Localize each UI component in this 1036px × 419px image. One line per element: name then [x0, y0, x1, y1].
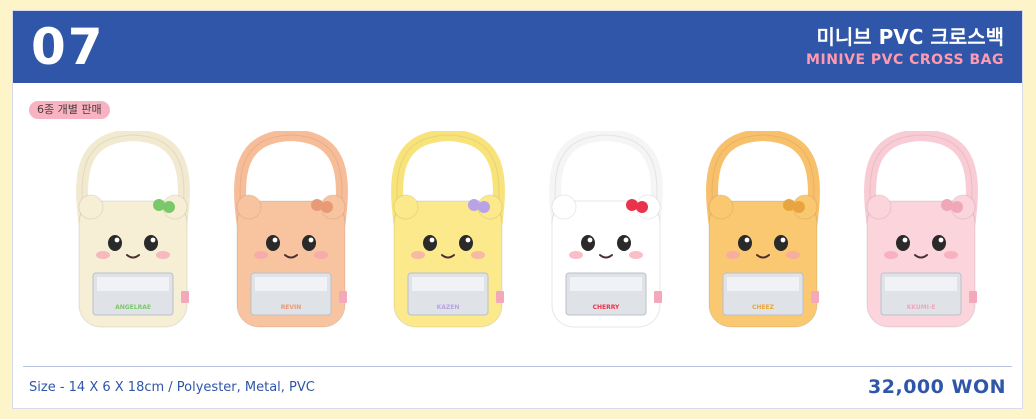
bag-eye-right [617, 235, 631, 251]
bag-ear-left [708, 194, 734, 220]
bag-eye-right [459, 235, 473, 251]
bag-eye-left [581, 235, 595, 251]
bag-name-label: REVIN [281, 304, 302, 311]
bag-ear-left [78, 194, 104, 220]
bag-accessory [793, 201, 805, 213]
bag-eye-shine [587, 237, 593, 243]
bag-accessory [478, 201, 490, 213]
bag-accessory [163, 201, 175, 213]
bag-eye-right [774, 235, 788, 251]
bag-cheek-left [96, 251, 110, 259]
product-title-korean: 미니브 PVC 크로스백 [816, 25, 1004, 49]
bag-side-tag [181, 291, 189, 303]
bag-eye-left [108, 235, 122, 251]
bag-eye-shine [902, 237, 908, 243]
bag-eye-right [932, 235, 946, 251]
bag-eye-shine [272, 237, 278, 243]
bag-pvc-shine [570, 277, 642, 291]
bag-eye-right [302, 235, 316, 251]
product-spec: Size - 14 X 6 X 18cm / Polyester, Metal,… [29, 380, 315, 395]
bag-name-label: KKUMI-E [907, 304, 936, 311]
bag-side-tag [811, 291, 819, 303]
bag-accessory [783, 199, 795, 211]
bag-cheek-right [471, 251, 485, 259]
bag-eye-shine [744, 237, 750, 243]
bag-accessory [311, 199, 323, 211]
bag-item: REVIN [221, 131, 361, 331]
sale-badge: 6종 개별 판매 [29, 101, 110, 119]
bag-accessory [626, 199, 638, 211]
bag-accessory [468, 199, 480, 211]
bag-illustration: KAZEN [391, 131, 505, 328]
bag-side-tag [496, 291, 504, 303]
bag-eye-left [423, 235, 437, 251]
bag-eye-left [738, 235, 752, 251]
bag-pvc-shine [727, 277, 799, 291]
bag-cheek-left [726, 251, 740, 259]
bag-name-label: CHERRY [593, 304, 620, 311]
bag-ear-left [393, 194, 419, 220]
bag-pvc-shine [97, 277, 169, 291]
bag-cheek-right [314, 251, 328, 259]
bag-accessory [153, 199, 165, 211]
divider [23, 366, 1012, 367]
bag-accessory [951, 201, 963, 213]
bag-item: ANGELRAE [63, 131, 203, 331]
bag-item: KKUMI-E [851, 131, 991, 331]
bag-name-label: CHEEZ [752, 304, 775, 311]
bag-eye-shine [114, 237, 120, 243]
bag-eye-shine [429, 237, 435, 243]
bag-eye-shine [623, 237, 629, 243]
product-header: 07 미니브 PVC 크로스백 MINIVE PVC CROSS BAG [13, 11, 1022, 83]
bag-pvc-shine [885, 277, 957, 291]
bag-ear-left [236, 194, 262, 220]
bag-accessory [321, 201, 333, 213]
bag-cheek-left [569, 251, 583, 259]
bag-cheek-right [156, 251, 170, 259]
bag-eye-right [144, 235, 158, 251]
bag-side-tag [339, 291, 347, 303]
bag-cheek-right [629, 251, 643, 259]
bag-ear-left [866, 194, 892, 220]
bag-illustration: REVIN [234, 131, 348, 328]
bag-name-label: KAZEN [437, 304, 460, 311]
bag-item: CHEEZ [693, 131, 833, 331]
bag-eye-shine [465, 237, 471, 243]
bag-cheek-right [944, 251, 958, 259]
bag-accessory [941, 199, 953, 211]
bag-eye-shine [938, 237, 944, 243]
bag-eye-shine [150, 237, 156, 243]
bag-pvc-shine [412, 277, 484, 291]
bag-cheek-left [411, 251, 425, 259]
product-card: 07 미니브 PVC 크로스백 MINIVE PVC CROSS BAG 6종 … [12, 10, 1023, 409]
product-title-english: MINIVE PVC CROSS BAG [806, 52, 1004, 68]
bag-side-tag [969, 291, 977, 303]
bag-illustration: ANGELRAE [76, 131, 190, 328]
bag-accessory [636, 201, 648, 213]
bag-side-tag [654, 291, 662, 303]
bag-cheek-left [254, 251, 268, 259]
bag-illustration: CHERRY [549, 131, 663, 328]
product-price: 32,000 WON [868, 376, 1006, 398]
bag-eye-shine [308, 237, 314, 243]
bag-illustration: KKUMI-E [864, 131, 978, 328]
product-number: 07 [31, 18, 105, 76]
bag-eye-left [896, 235, 910, 251]
bag-item: CHERRY [536, 131, 676, 331]
bag-eye-left [266, 235, 280, 251]
bag-name-label: ANGELRAE [115, 304, 151, 311]
bag-illustration: CHEEZ [706, 131, 820, 328]
bag-item: KAZEN [378, 131, 518, 331]
bag-pvc-shine [255, 277, 327, 291]
bag-ear-left [551, 194, 577, 220]
bag-cheek-left [884, 251, 898, 259]
bag-eye-shine [780, 237, 786, 243]
bag-cheek-right [786, 251, 800, 259]
